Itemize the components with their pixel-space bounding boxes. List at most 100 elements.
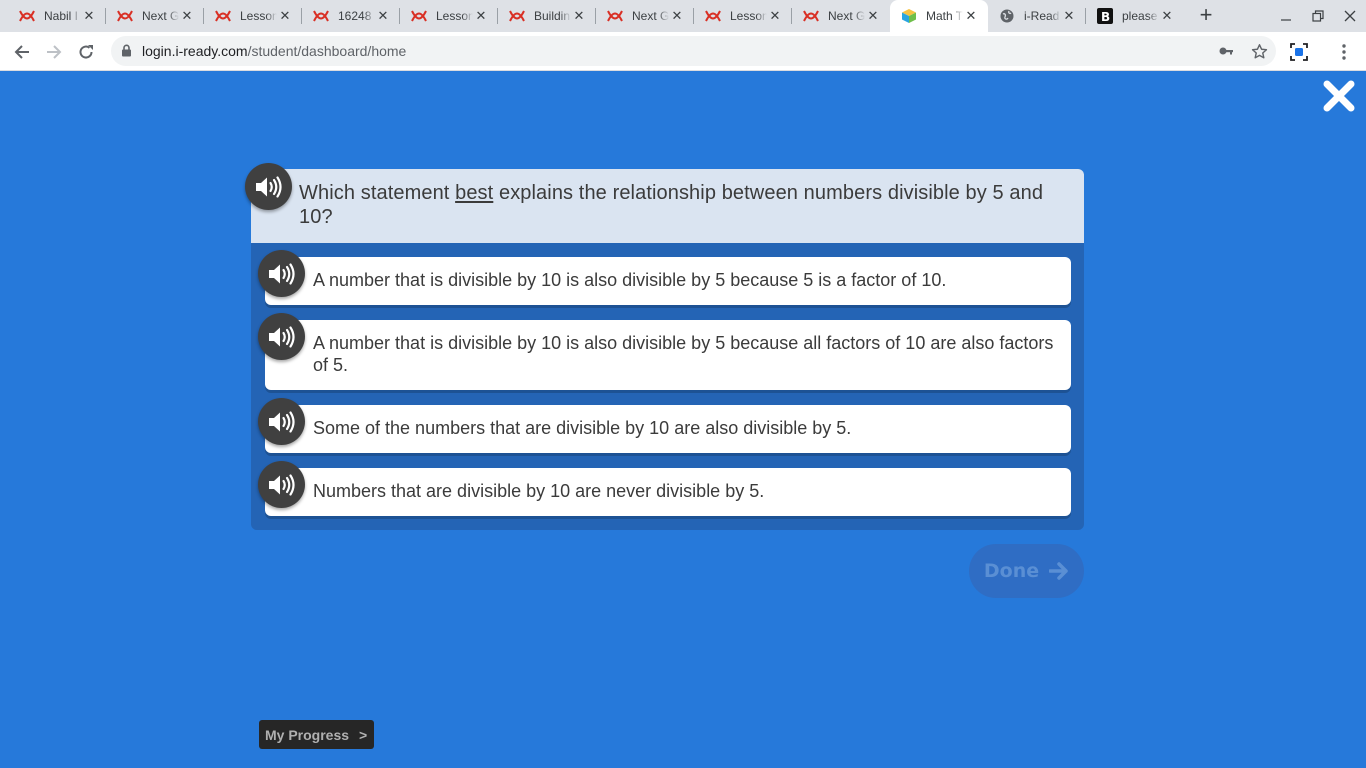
tab-close-icon[interactable]: ✕ xyxy=(865,8,881,24)
browser-tab[interactable]: B please ✕ xyxy=(1086,0,1184,32)
brainly-icon xyxy=(411,8,427,24)
reload-icon xyxy=(79,45,93,59)
close-icon xyxy=(1323,80,1355,112)
restore-icon xyxy=(1312,10,1324,22)
browser-tab[interactable]: 16248 ✕ xyxy=(302,0,400,32)
choice-text: Numbers that are divisible by 10 are nev… xyxy=(313,481,765,501)
answer-choice-2[interactable]: A number that is divisible by 10 is also… xyxy=(265,320,1071,390)
tab-title: 16248 xyxy=(338,9,372,23)
address-bar[interactable]: login.i-ready.com/student/dashboard/home xyxy=(111,36,1276,66)
tab-close-icon[interactable]: ✕ xyxy=(669,8,685,24)
tab-close-icon[interactable]: ✕ xyxy=(571,8,587,24)
tab-title: Math T xyxy=(926,9,963,23)
question-prompt: Which statement best explains the relati… xyxy=(251,169,1084,243)
answer-choice-1[interactable]: A number that is divisible by 10 is also… xyxy=(265,257,1071,305)
bookmark-star-icon[interactable] xyxy=(1250,42,1268,60)
choice-text: A number that is divisible by 10 is also… xyxy=(313,333,1054,375)
svg-text:B: B xyxy=(1101,10,1110,24)
tab-close-icon[interactable]: ✕ xyxy=(81,8,97,24)
forward-button[interactable] xyxy=(40,38,68,66)
question-text-part: Which statement xyxy=(299,182,456,204)
browser-tab[interactable]: Lesson ✕ xyxy=(204,0,302,32)
tab-close-icon[interactable]: ✕ xyxy=(1061,8,1077,24)
back-arrow-icon xyxy=(14,45,29,59)
iready-cube-icon xyxy=(901,8,917,24)
screen-capture-icon xyxy=(1290,43,1308,61)
brainly-icon xyxy=(509,8,525,24)
speaker-icon xyxy=(268,473,295,496)
browser-tab[interactable]: Lesson ✕ xyxy=(400,0,498,32)
question-text: Which statement best explains the relati… xyxy=(299,181,1069,229)
tab-title: Next G xyxy=(828,9,865,23)
done-label: Done xyxy=(983,560,1040,582)
lock-icon xyxy=(121,44,132,62)
browser-tab[interactable]: Next G ✕ xyxy=(596,0,694,32)
tab-title: Buildin xyxy=(534,9,571,23)
restore-button[interactable] xyxy=(1302,0,1334,32)
choice-4-audio-button[interactable] xyxy=(258,461,305,508)
speaker-icon xyxy=(268,262,295,285)
tab-title: i-Read xyxy=(1024,9,1060,23)
tab-title: Lesson xyxy=(240,9,277,23)
new-tab-button[interactable]: + xyxy=(1194,4,1218,28)
tab-close-icon[interactable]: ✕ xyxy=(963,8,979,24)
browser-menu-button[interactable] xyxy=(1332,40,1356,64)
key-icon[interactable] xyxy=(1217,42,1235,60)
window-close-button[interactable] xyxy=(1334,0,1366,32)
brainly-icon xyxy=(117,8,133,24)
browser-tab[interactable]: i-Read ✕ xyxy=(988,0,1086,32)
tab-strip: Nabil I ✕ Next G ✕ Lesson ✕ 16248 ✕ Less… xyxy=(0,0,1366,32)
browser-tab-active[interactable]: Math T ✕ xyxy=(890,0,988,32)
tab-close-icon[interactable]: ✕ xyxy=(1159,8,1175,24)
url-path: /student/dashboard/home xyxy=(247,43,407,59)
tab-close-icon[interactable]: ✕ xyxy=(473,8,489,24)
my-progress-button[interactable]: My Progress > xyxy=(259,720,374,749)
answer-choice-4[interactable]: Numbers that are divisible by 10 are nev… xyxy=(265,468,1071,516)
browser-tab[interactable]: Next G ✕ xyxy=(106,0,204,32)
choice-2-audio-button[interactable] xyxy=(258,313,305,360)
browser-toolbar: login.i-ready.com/student/dashboard/home xyxy=(0,32,1366,71)
choice-text: A number that is divisible by 10 is also… xyxy=(313,270,947,290)
brainly-icon xyxy=(215,8,231,24)
choice-1-audio-button[interactable] xyxy=(258,250,305,297)
url-host: login.i-ready.com xyxy=(142,43,248,59)
extension-button[interactable] xyxy=(1287,40,1311,64)
answer-choice-3[interactable]: Some of the numbers that are divisible b… xyxy=(265,405,1071,453)
chevron-right-icon: > xyxy=(359,726,368,743)
brainly-icon xyxy=(607,8,623,24)
choice-3-audio-button[interactable] xyxy=(258,398,305,445)
tab-close-icon[interactable]: ✕ xyxy=(375,8,391,24)
brainly-icon xyxy=(313,8,329,24)
browser-tab[interactable]: Buildin ✕ xyxy=(498,0,596,32)
reload-button[interactable] xyxy=(72,38,100,66)
browser-tab[interactable]: Nabil I ✕ xyxy=(8,0,106,32)
my-progress-label: My Progress xyxy=(265,726,350,743)
tab-title: Lesson xyxy=(730,9,767,23)
close-lesson-button[interactable] xyxy=(1322,79,1356,113)
speaker-icon xyxy=(255,175,282,198)
tab-title: Next G xyxy=(142,9,179,23)
brainly-icon xyxy=(803,8,819,24)
url-text: login.i-ready.com/student/dashboard/home xyxy=(142,43,406,59)
close-icon xyxy=(1344,10,1356,22)
browser-tab[interactable]: Lesson ✕ xyxy=(694,0,792,32)
arrow-right-icon xyxy=(1049,562,1068,580)
done-button[interactable]: Done xyxy=(969,544,1084,598)
back-button[interactable] xyxy=(8,38,36,66)
minimize-icon xyxy=(1281,19,1291,21)
letter-b-icon: B xyxy=(1097,8,1113,24)
choice-text: Some of the numbers that are divisible b… xyxy=(313,418,852,438)
kebab-menu-icon xyxy=(1342,44,1346,60)
speaker-icon xyxy=(268,325,295,348)
globe-icon xyxy=(999,8,1015,24)
tab-close-icon[interactable]: ✕ xyxy=(179,8,195,24)
browser-tab[interactable]: Next G ✕ xyxy=(792,0,890,32)
minimize-button[interactable] xyxy=(1270,0,1302,32)
tab-close-icon[interactable]: ✕ xyxy=(767,8,783,24)
question-emphasis: best xyxy=(455,182,494,204)
question-audio-button[interactable] xyxy=(245,163,292,210)
forward-arrow-icon xyxy=(47,45,62,59)
tab-title: please xyxy=(1122,9,1158,23)
tab-close-icon[interactable]: ✕ xyxy=(277,8,293,24)
tab-title: Next G xyxy=(632,9,669,23)
